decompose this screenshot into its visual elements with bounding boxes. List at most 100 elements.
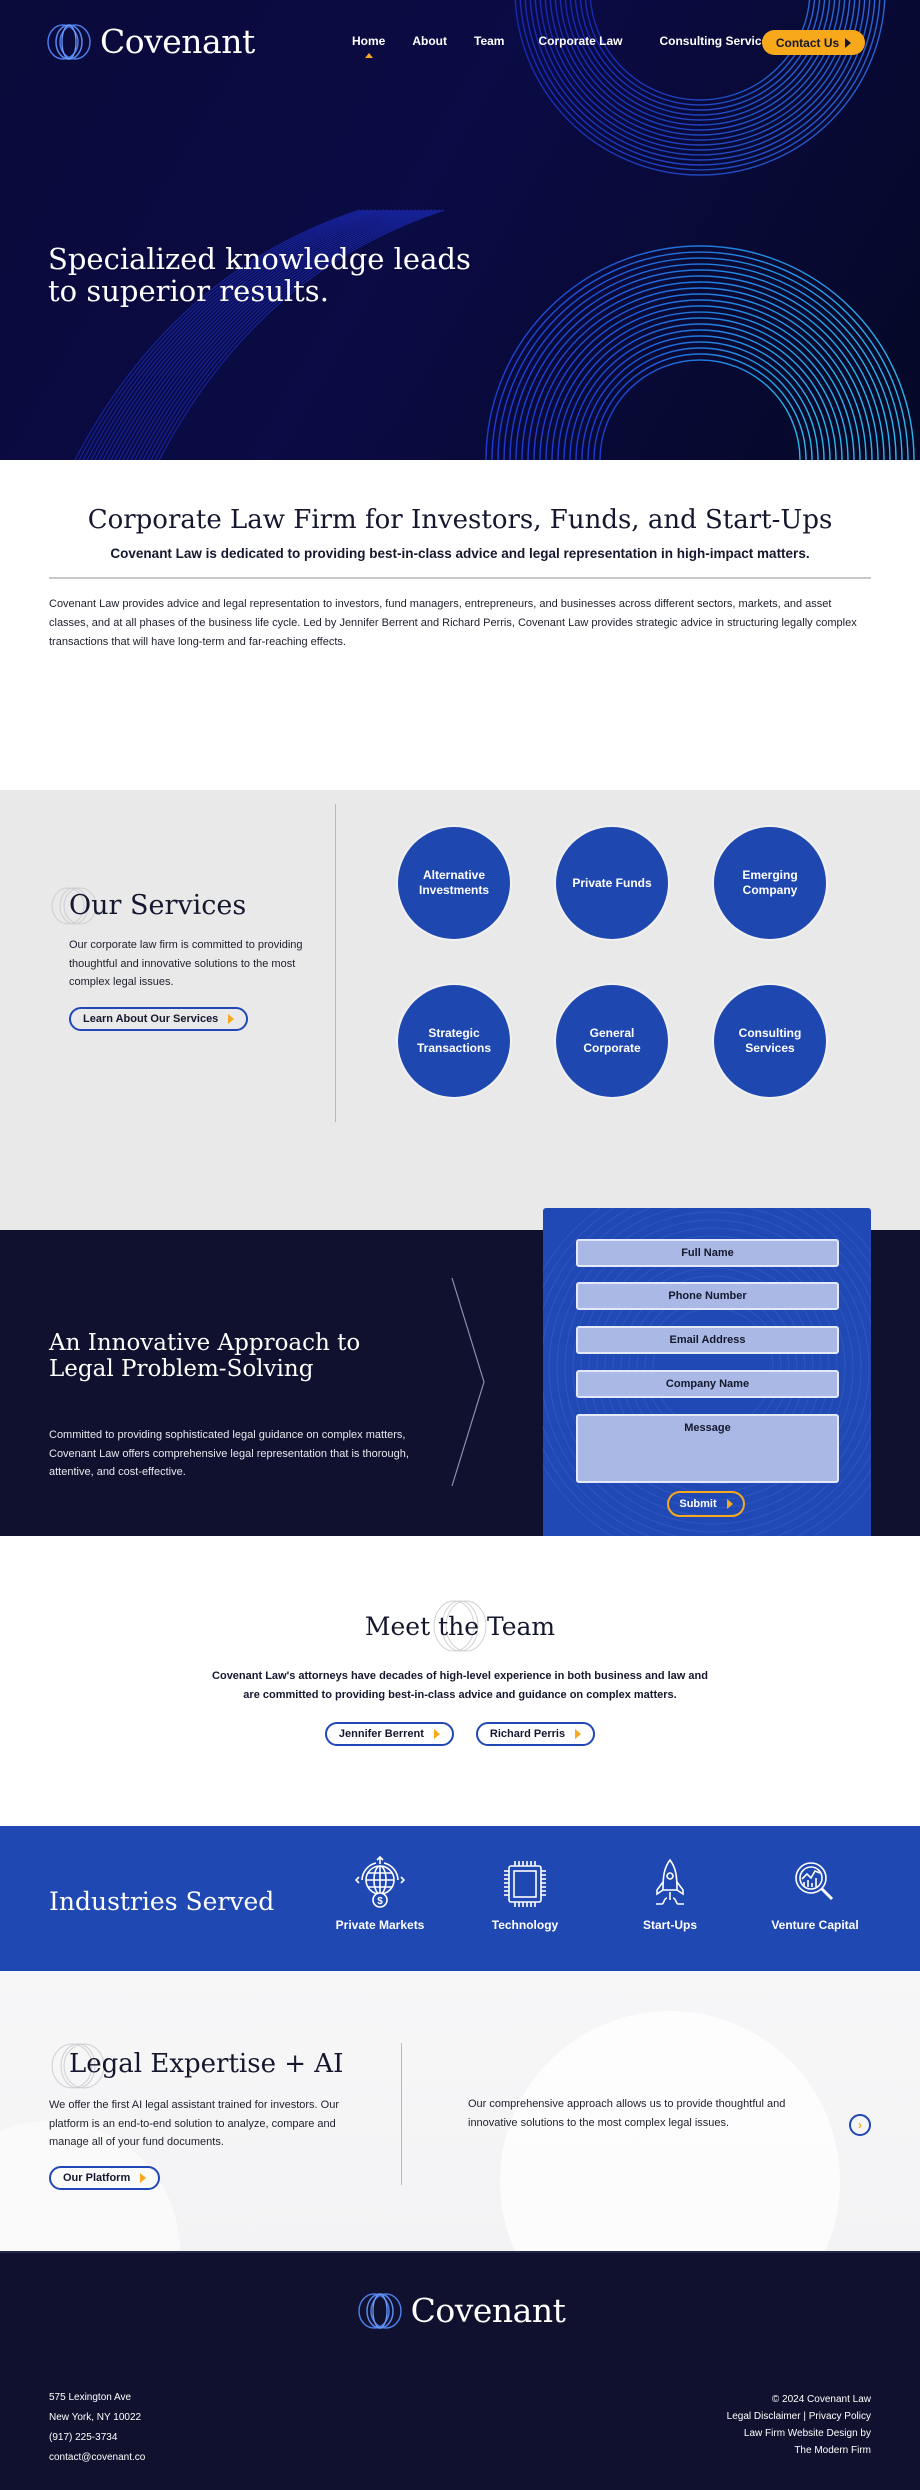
- rocket-icon: [656, 1858, 684, 1905]
- next-slide-button[interactable]: ›: [849, 2114, 871, 2136]
- chevron-line-decoration: [451, 1277, 485, 1487]
- services-description: Our corporate law firm is committed to p…: [69, 939, 303, 988]
- wave-line: [545, 305, 855, 460]
- footer-contact-info: 575 Lexington Ave New York, NY 10022 (91…: [49, 2388, 145, 2468]
- service-alternative-investments[interactable]: Alternative Investments: [398, 827, 510, 939]
- learn-about-services-label: Learn About Our Services: [83, 1013, 219, 1025]
- ai-title: Legal Expertise + AI: [69, 2049, 344, 2079]
- address-line1: 575 Lexington Ave: [49, 2392, 132, 2403]
- approach-title: An Innovative Approach to Legal Problem-…: [49, 1330, 360, 1382]
- service-strategic-transactions[interactable]: Strategic Transactions: [398, 985, 510, 1097]
- svg-text:$: $: [377, 1896, 383, 1907]
- hero-section: Covenant Home About Team Corporate Law C…: [0, 0, 920, 460]
- intro-subtitle: Covenant Law is dedicated to providing b…: [110, 546, 810, 561]
- submit-button[interactable]: Submit: [667, 1491, 745, 1517]
- service-general-corporate[interactable]: General Corporate: [556, 985, 668, 1097]
- wave-line: [491, 251, 909, 460]
- link-separator: |: [803, 2411, 806, 2422]
- approach-section: An Innovative Approach to Legal Problem-…: [0, 1208, 920, 1556]
- microchip-icon: [504, 1861, 546, 1907]
- interlocking-rings-icon: [47, 23, 91, 60]
- email-address-input[interactable]: [576, 1326, 839, 1354]
- privacy-policy-link[interactable]: Privacy Policy: [809, 2411, 871, 2422]
- ai-left-body: We offer the first AI legal assistant tr…: [49, 2099, 340, 2148]
- wave-line: [563, 323, 837, 460]
- learn-about-services-button[interactable]: Learn About Our Services: [69, 1007, 249, 1031]
- wave-line: [557, 317, 843, 460]
- hero-headline: Specialized knowledge leads to superior …: [48, 243, 471, 307]
- services-divider: [335, 804, 336, 1122]
- nav-item-team[interactable]: Team: [474, 34, 504, 48]
- chevron-right-icon: ›: [858, 2118, 862, 2132]
- team-member-richard-perris[interactable]: Richard Perris: [475, 1722, 596, 1746]
- service-consulting-services[interactable]: Consulting Services: [714, 985, 826, 1097]
- team-description: Covenant Law's attorneys have decades of…: [212, 1670, 708, 1701]
- team-member-name: Jennifer Berrent: [338, 1728, 424, 1740]
- industry-start-ups[interactable]: Start-Ups: [605, 1856, 735, 1932]
- caret-right-icon: [433, 1729, 440, 1739]
- approach-body: Committed to providing sophisticated leg…: [49, 1429, 409, 1478]
- our-platform-button[interactable]: Our Platform: [49, 2166, 161, 2190]
- service-emerging-company[interactable]: Emerging Company: [714, 827, 826, 939]
- team-section: Meet the Team Covenant Law's attorneys h…: [0, 1536, 920, 1826]
- nav-item-corporate-law[interactable]: Corporate Law: [538, 34, 622, 48]
- logo-text: Covenant: [100, 22, 255, 61]
- industry-technology[interactable]: Technology: [460, 1856, 590, 1932]
- contact-form: Submit: [543, 1208, 871, 1556]
- intro-divider: [49, 577, 871, 579]
- intro-body: Covenant Law provides advice and legal r…: [49, 598, 857, 648]
- full-name-input[interactable]: [576, 1239, 839, 1267]
- nav-item-consulting-services[interactable]: Consulting Services: [659, 34, 774, 48]
- ai-right-body: Our comprehensive approach allows us to …: [468, 2098, 786, 2129]
- team-member-name: Richard Perris: [489, 1728, 566, 1740]
- message-textarea[interactable]: [576, 1414, 839, 1483]
- company-name-input[interactable]: [576, 1370, 839, 1398]
- phone-number-input[interactable]: [576, 1282, 839, 1310]
- copyright-text: © 2024 Covenant Law: [771, 2394, 871, 2405]
- interlocking-rings-icon: [357, 2292, 402, 2329]
- footer-logo[interactable]: Covenant: [0, 2291, 920, 2330]
- nav-links: Home About Team Corporate Law Consulting…: [352, 34, 775, 58]
- our-platform-label: Our Platform: [63, 2172, 131, 2184]
- globe-dollar-icon: $: [354, 1856, 406, 1908]
- intro-title: Corporate Law Firm for Investors, Funds,…: [87, 505, 833, 535]
- wave-line: [593, 353, 807, 460]
- phone-link[interactable]: (917) 225-3734: [49, 2432, 117, 2443]
- main-nav: Covenant Home About Team Corporate Law C…: [0, 0, 920, 84]
- wave-line: [533, 293, 867, 460]
- industry-label: Technology: [491, 1918, 559, 1932]
- industry-label: Start-Ups: [642, 1918, 697, 1932]
- industry-private-markets[interactable]: $ Private Markets: [315, 1856, 445, 1932]
- services-section: Our Services Our corporate law firm is c…: [0, 690, 920, 1230]
- legal-disclaimer-link[interactable]: Legal Disclaimer: [727, 2411, 801, 2422]
- nav-item-about[interactable]: About: [412, 34, 447, 48]
- ai-divider: [401, 2043, 402, 2185]
- approach-title-line1: An Innovative Approach to: [49, 1330, 361, 1356]
- industries-section: Industries Served $ Private Markets Tech…: [0, 1826, 920, 1971]
- email-link[interactable]: contact@covenant.co: [49, 2452, 145, 2463]
- design-credit-link-line1[interactable]: Law Firm Website Design by: [744, 2428, 871, 2439]
- site-footer: Covenant 575 Lexington Ave New York, NY …: [0, 2251, 920, 2490]
- ai-section: Legal Expertise + AI We offer the first …: [0, 1971, 920, 2251]
- caret-right-icon: [726, 1499, 733, 1509]
- industries-title: Industries Served: [49, 1887, 275, 1916]
- service-private-funds[interactable]: Private Funds: [556, 827, 668, 939]
- industry-venture-capital[interactable]: Venture Capital: [750, 1856, 880, 1932]
- approach-title-line2: Legal Problem-Solving: [49, 1356, 314, 1382]
- team-title: Meet the Team: [364, 1612, 556, 1641]
- contact-us-label: Contact Us: [775, 35, 840, 50]
- magnifier-chart-icon: [795, 1862, 834, 1901]
- industry-label: Private Markets: [335, 1918, 425, 1932]
- address-line2: New York, NY 10022: [49, 2412, 142, 2423]
- hero-headline-line1: Specialized knowledge leads: [48, 242, 471, 276]
- caret-right-icon: [228, 1014, 235, 1024]
- design-credit-link-line2[interactable]: The Modern Firm: [794, 2445, 871, 2456]
- site-logo[interactable]: Covenant: [44, 22, 255, 61]
- team-member-jennifer-berrent[interactable]: Jennifer Berrent: [324, 1722, 454, 1746]
- contact-us-button[interactable]: Contact Us: [762, 30, 865, 55]
- footer-logo-text: Covenant: [410, 2291, 566, 2330]
- nav-item-home[interactable]: Home: [352, 34, 385, 58]
- team-member-buttons: Jennifer Berrent Richard Perris: [0, 1722, 920, 1746]
- caret-right-icon: [845, 37, 852, 48]
- submit-label: Submit: [679, 1498, 717, 1510]
